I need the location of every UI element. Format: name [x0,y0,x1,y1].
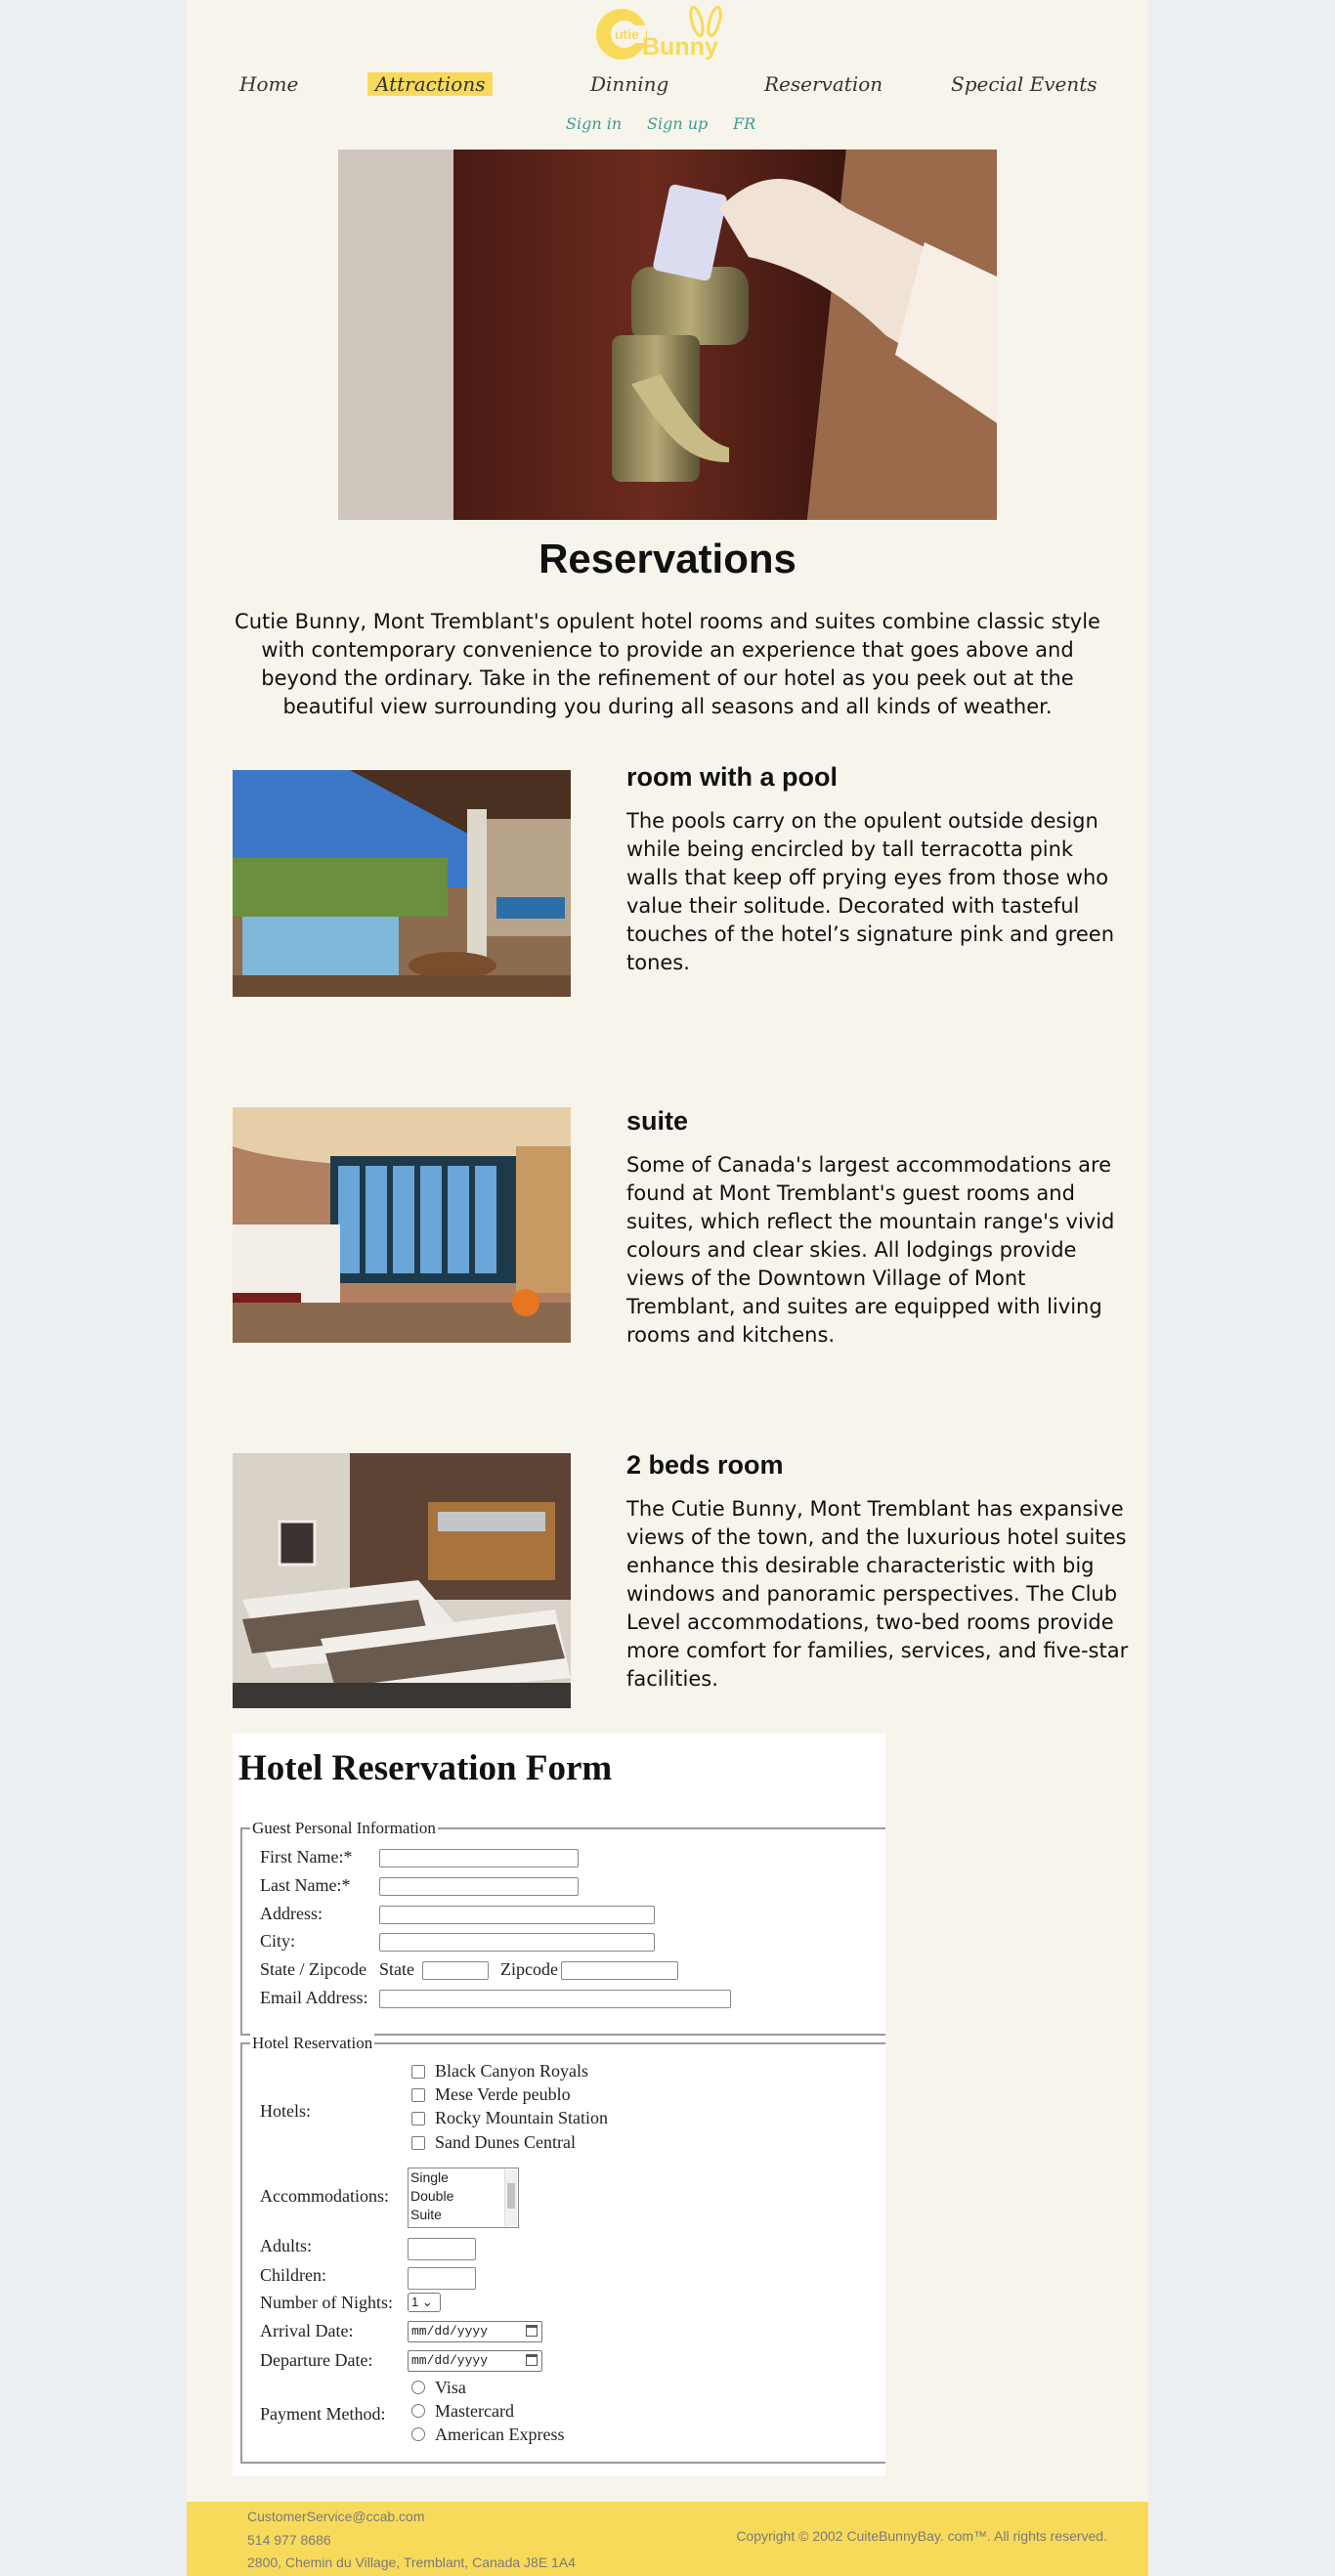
nav-special-events[interactable]: Special Events [951,72,1098,96]
zipcode-input[interactable] [561,1961,678,1980]
state-input[interactable] [422,1961,489,1980]
room-description: The Cutie Bunny, Mont Tremblant has expa… [626,1497,1129,1691]
first-name-label: First Name:* [260,1847,353,1867]
hotel-checkbox[interactable] [411,2136,425,2150]
nav-reservation[interactable]: Reservation [764,72,883,96]
intro-paragraph: Cutie Bunny, Mont Tremblant's opulent ho… [235,610,1100,718]
hotel-option-label: Black Canyon Royals [435,2061,588,2081]
room-title: room with a pool [626,762,838,792]
footer-phone: 514 977 8686 [247,2532,331,2548]
hero-keycard-image [338,150,997,520]
email-input[interactable] [379,1990,731,2008]
hotel-option-label: Sand Dunes Central [435,2132,576,2152]
svg-text:Bunny: Bunny [642,33,718,61]
address-label: Address: [260,1904,323,1923]
cutie-bunny-logo[interactable]: utie Bunny [595,4,740,61]
listbox-scrollbar[interactable] [504,2169,517,2226]
accommodation-option[interactable]: Single [410,2168,518,2187]
pool-room-image [233,770,571,997]
first-name-input[interactable] [379,1849,579,1868]
nav-dinning[interactable]: Dinning [590,72,668,96]
nights-select-value: 1 [411,2295,419,2309]
children-label: Children: [260,2265,326,2285]
zipcode-label: Zipcode [500,1959,558,1979]
accommodation-option[interactable]: Suite [410,2206,518,2224]
site-footer: CustomerService@ccab.com 514 977 8686 28… [187,2502,1148,2576]
payment-option-label: Visa [435,2378,466,2397]
departure-date-input[interactable]: mm/dd/yyyy [408,2350,542,2372]
hotel-option-label: Mese Verde peublo [435,2084,571,2104]
room-title: suite [626,1106,689,1136]
footer-email[interactable]: CustomerService@ccab.com [247,2509,425,2524]
nights-select[interactable]: 1 ⌄ [408,2293,441,2312]
hotel-reservation-legend: Hotel Reservation [250,2034,375,2053]
state-label: State [379,1959,414,1979]
footer-address: 2800, Chemin du Village, Tremblant, Cana… [247,2555,576,2570]
date-placeholder: mm/dd/yyyy [411,2353,489,2368]
scrollbar-thumb[interactable] [507,2183,515,2209]
footer-copyright: Copyright © 2002 CuiteBunnyBay. com™. Al… [736,2528,1107,2544]
accommodations-label: Accommodations: [260,2186,389,2206]
payment-radio[interactable] [411,2427,425,2441]
payment-option-label: American Express [435,2425,565,2444]
nav-home[interactable]: Home [239,72,298,96]
svg-text:utie: utie [615,26,639,42]
city-input[interactable] [379,1933,655,1952]
calendar-icon[interactable] [526,2325,538,2337]
room-description: Some of Canada's largest accommodations … [626,1153,1115,1347]
room-title: 2 beds room [626,1450,784,1480]
reservation-form: Hotel Reservation Form Guest Personal In… [233,1734,885,2476]
guest-info-fieldset: Guest Personal Information First Name:* … [240,1819,885,2036]
calendar-icon[interactable] [526,2354,538,2366]
payment-method-label: Payment Method: [260,2404,386,2424]
accommodation-option[interactable]: Double [410,2187,518,2206]
adults-input[interactable] [408,2238,476,2260]
accommodations-listbox[interactable]: Single Double Suite [408,2168,519,2228]
payment-option-label: Mastercard [435,2401,514,2421]
hotel-reservation-fieldset: Hotel Reservation Hotels: Black Canyon R… [240,2034,885,2464]
nav-attractions[interactable]: Attractions [367,72,494,96]
chevron-down-icon: ⌄ [421,2295,433,2309]
arrival-date-input[interactable]: mm/dd/yyyy [408,2321,542,2342]
nights-label: Number of Nights: [260,2293,393,2312]
sign-up-link[interactable]: Sign up [647,114,708,133]
hotel-checkbox[interactable] [411,2065,425,2079]
arrival-date-label: Arrival Date: [260,2321,354,2340]
sign-in-link[interactable]: Sign in [566,114,622,133]
last-name-label: Last Name:* [260,1875,351,1895]
suite-image [233,1107,571,1343]
adults-label: Adults: [260,2236,313,2255]
room-description: The pools carry on the opulent outside d… [626,809,1115,974]
city-label: City: [260,1931,296,1951]
hotel-checkbox[interactable] [411,2088,425,2102]
hotels-label: Hotels: [260,2101,311,2121]
page-title: Reservations [538,536,797,581]
payment-radio[interactable] [411,2381,425,2394]
payment-radio[interactable] [411,2404,425,2418]
form-title: Hotel Reservation Form [238,1748,613,1788]
last-name-input[interactable] [379,1877,579,1896]
state-zip-label: State / Zipcode [260,1959,366,1979]
children-input[interactable] [408,2267,476,2290]
two-beds-room-image [233,1453,571,1708]
language-fr-link[interactable]: FR [733,114,755,133]
guest-info-legend: Guest Personal Information [250,1819,438,1838]
page-container: utie Bunny Home Attractions Dinning Rese… [187,0,1148,2576]
email-label: Email Address: [260,1988,368,2007]
address-input[interactable] [379,1906,655,1924]
hotel-option-label: Rocky Mountain Station [435,2108,608,2127]
date-placeholder: mm/dd/yyyy [411,2324,489,2339]
departure-date-label: Departure Date: [260,2350,373,2370]
hotel-checkbox[interactable] [411,2112,425,2125]
